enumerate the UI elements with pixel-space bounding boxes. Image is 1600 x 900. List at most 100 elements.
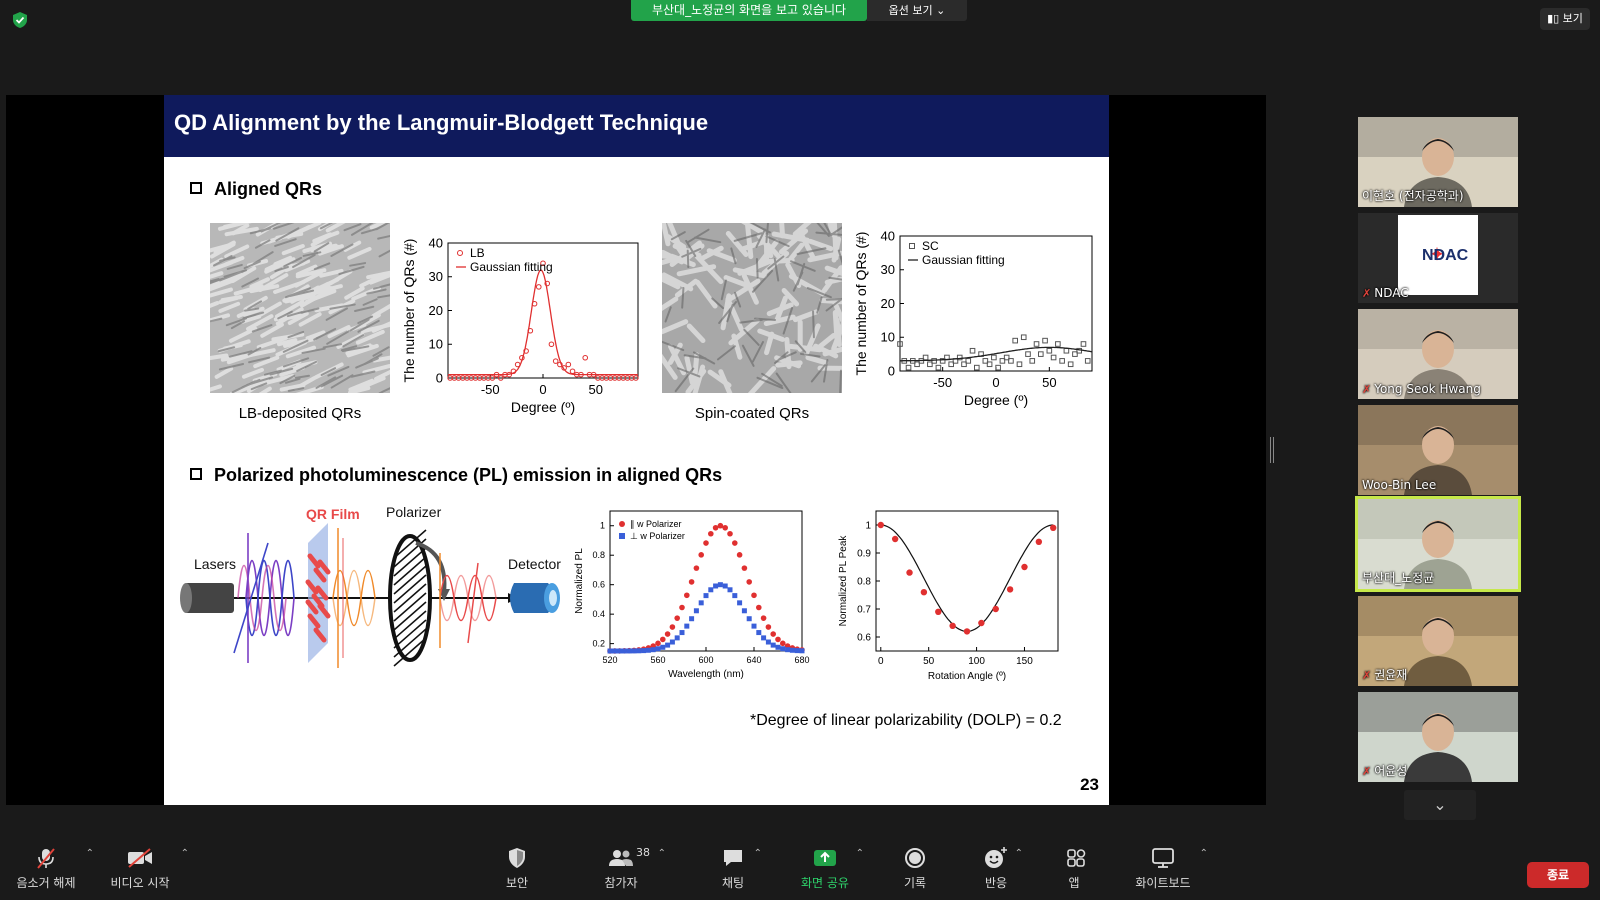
data-point	[780, 640, 786, 647]
chevron-up-icon[interactable]: ⌃	[1015, 848, 1023, 859]
shield-icon	[509, 848, 525, 868]
participant-count: 38	[636, 846, 650, 859]
participant-tile[interactable]: ✗ Yong Seok Hwang	[1358, 309, 1518, 399]
data-point	[1035, 538, 1043, 545]
label-polarizer: Polarizer	[386, 504, 442, 520]
share-screen-button[interactable]: 화면 공유 ⌃	[800, 846, 864, 891]
view-button[interactable]: ▮▯ 보기	[1540, 8, 1590, 30]
chevron-up-icon[interactable]: ⌃	[1200, 848, 1208, 859]
chevron-up-icon[interactable]: ⌃	[856, 848, 864, 859]
data-point	[698, 600, 704, 606]
participant-tile[interactable]: ✗ 권윤재	[1358, 596, 1518, 686]
shield-check-icon[interactable]	[11, 11, 29, 29]
data-point	[1055, 341, 1061, 347]
caption-lb: LB-deposited QRs	[238, 405, 362, 422]
data-point	[698, 552, 704, 558]
chevron-up-icon[interactable]: ⌃	[754, 848, 762, 859]
y-tick-label: 0	[888, 363, 895, 378]
participant-tile[interactable]: Woo-Bin Lee	[1358, 405, 1518, 495]
x-tick-label: 600	[698, 655, 713, 665]
gaussian-fit-line	[448, 269, 638, 376]
data-point	[935, 364, 942, 371]
data-point	[617, 648, 623, 654]
presentation-slide: QD Alignment by the Langmuir-Blodgett Te…	[164, 95, 1109, 805]
x-tick-label: 520	[602, 655, 617, 665]
legend-label: Gaussian fitting	[470, 260, 553, 274]
data-point	[891, 535, 899, 543]
chevron-up-icon[interactable]: ⌃	[86, 848, 94, 859]
data-point	[732, 540, 738, 546]
resize-divider-handle[interactable]	[1270, 437, 1274, 463]
data-point	[877, 521, 884, 529]
participant-name-text: 권윤재	[1374, 668, 1408, 682]
x-tick-label: 50	[1042, 375, 1056, 390]
caption-sc: Spin-coated QRs	[694, 405, 810, 422]
view-options-button[interactable]: 옵션 보기 ⌄	[867, 0, 967, 21]
data-point	[722, 583, 728, 589]
x-tick-label: 150	[1016, 656, 1033, 667]
x-tick-label: 100	[968, 656, 985, 667]
x-tick-label: 50	[589, 382, 603, 397]
data-point	[765, 624, 772, 630]
participant-tile[interactable]: ✦ ✗ NDAC NDAC	[1358, 213, 1518, 303]
data-point	[992, 605, 999, 613]
apps-button[interactable]: 앱	[1064, 846, 1086, 891]
chevron-up-icon[interactable]: ⌃	[181, 848, 189, 859]
data-point	[535, 284, 542, 290]
y-tick-label: 20	[429, 303, 443, 318]
participant-tile[interactable]: ✗ 어윤성	[1358, 692, 1518, 782]
legend-marker	[457, 250, 463, 256]
data-point	[1016, 361, 1023, 368]
chevron-up-icon[interactable]: ⌃	[658, 848, 666, 859]
security-button[interactable]: 보안	[500, 846, 534, 891]
participant-name-text: NDAC	[1374, 286, 1409, 300]
data-point	[969, 347, 976, 354]
microphone-muted-icon	[37, 848, 55, 869]
unmute-button[interactable]: 음소거 해제 ⌃	[12, 846, 94, 891]
dolp-note: *Degree of linear polarizability (DOLP) …	[750, 712, 1062, 729]
whiteboard-button[interactable]: 화이트보드 ⌃	[1132, 846, 1208, 891]
data-point	[906, 569, 913, 576]
data-point	[669, 624, 676, 630]
chat-button[interactable]: 채팅 ⌃	[718, 846, 762, 891]
participant-tile[interactable]: 부산대_노정균	[1355, 496, 1521, 592]
end-meeting-button[interactable]: 종료	[1527, 862, 1589, 888]
start-video-button[interactable]: 비디오 시작 ⌃	[105, 846, 189, 891]
data-point	[756, 604, 762, 611]
y-tick-label: 0.8	[857, 576, 871, 587]
data-point	[660, 644, 666, 650]
data-point	[737, 600, 743, 606]
laser-source	[180, 583, 234, 613]
legend-label: ⊥ w Polarizer	[630, 531, 685, 541]
participant-name: ✗ NDAC	[1362, 286, 1409, 300]
data-point	[717, 582, 723, 588]
x-axis-label: Rotation Angle (º)	[928, 671, 1006, 682]
nanorod	[210, 353, 229, 361]
meeting-toolbar: 음소거 해제 ⌃ 비디오 시작 ⌃ 보안 참가자 38 ⌃ 채팅 ⌃ 화면 공유…	[0, 840, 1600, 900]
data-point	[684, 592, 690, 599]
data-point	[548, 341, 555, 348]
data-point	[693, 565, 700, 571]
participant-name-text: 어윤성	[1374, 764, 1408, 778]
x-axis-label: Degree (º)	[511, 399, 575, 415]
data-point	[1025, 351, 1031, 357]
view-label: 보기	[1562, 12, 1583, 25]
record-button[interactable]: 기록	[902, 846, 928, 891]
gallery-scroll-down-button[interactable]: ⌄	[1404, 790, 1476, 820]
data-point	[1084, 358, 1091, 364]
participant-tile[interactable]: 이현호 (전자공학과)	[1358, 117, 1518, 207]
screen-share-banner: 부산대_노정균의 화면을 보고 있습니다	[631, 0, 867, 21]
data-point	[693, 608, 699, 614]
reactions-button[interactable]: 반응 ⌃	[983, 846, 1023, 891]
x-tick-label: -50	[481, 382, 500, 397]
data-point	[582, 354, 589, 361]
participant-name: 부산대_노정균	[1362, 569, 1434, 586]
data-point	[1063, 347, 1070, 354]
participants-button[interactable]: 참가자 38 ⌃	[600, 846, 666, 891]
qr-film	[305, 523, 331, 663]
y-tick-label: 0	[436, 370, 443, 385]
x-tick-label: 0	[539, 382, 546, 397]
data-point	[736, 552, 743, 558]
data-point	[1059, 358, 1065, 364]
data-point	[727, 587, 733, 593]
